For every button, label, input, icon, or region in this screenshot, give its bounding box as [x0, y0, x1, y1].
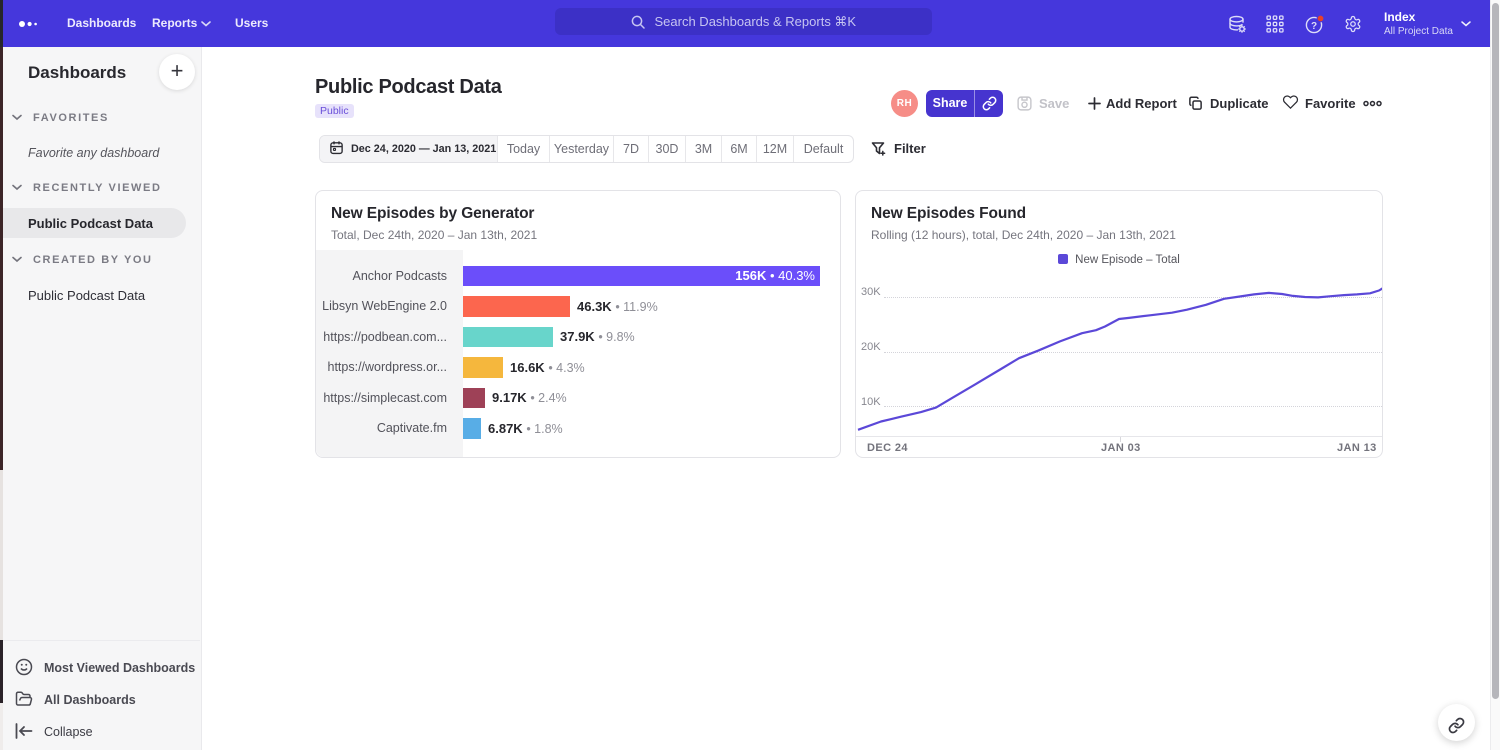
- svg-text:?: ?: [1311, 21, 1317, 32]
